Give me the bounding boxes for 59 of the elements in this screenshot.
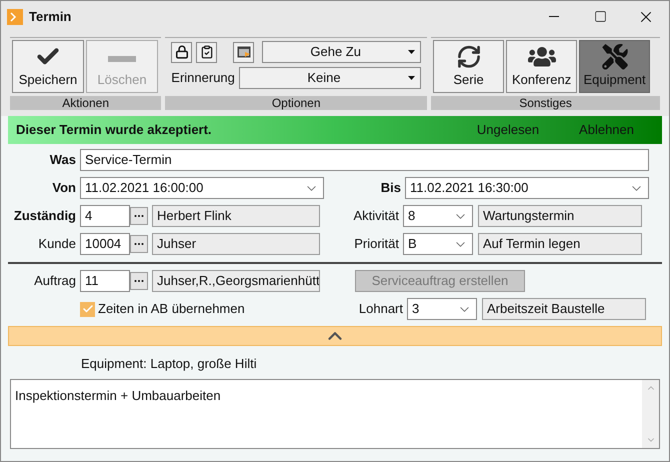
group-label: Aktionen (10, 96, 162, 110)
clipboard-button[interactable] (196, 42, 218, 62)
dropdown-field[interactable]: 8 (403, 205, 473, 227)
minus-icon (108, 56, 136, 62)
field-label: Auftrag (34, 272, 76, 290)
field-label: Priorität (354, 235, 399, 254)
tools-icon (600, 44, 630, 70)
window-icon (236, 46, 251, 58)
maximize-icon (594, 10, 606, 23)
readonly-field: Herbert Flink (152, 205, 320, 227)
dropdown-field[interactable]: 11.02.2021 16:30:00 (405, 177, 649, 199)
checkbox[interactable] (80, 302, 95, 316)
code-field[interactable]: 10004 (80, 233, 130, 255)
dropdown-field[interactable]: B (403, 233, 473, 255)
field-label: Aktivität (353, 207, 399, 226)
banner-link[interactable]: Ablehnen (579, 120, 634, 140)
caret-icon (408, 76, 416, 80)
toolbar-button[interactable]: Equipment (579, 40, 650, 93)
code-field[interactable]: 4 (80, 205, 130, 227)
readonly-field: Auf Termin legen (478, 233, 642, 255)
readonly-field: Wartungstermin (478, 205, 642, 227)
field-label: Kunde (38, 235, 76, 254)
people-icon (528, 44, 556, 70)
app-logo-icon (7, 8, 23, 24)
readonly-field: Arbeitszeit Baustelle (482, 298, 646, 320)
clipboard-check-icon (200, 45, 214, 59)
toolbar-button[interactable]: Serie (433, 40, 504, 93)
dropdown-field[interactable]: 11.02.2021 16:00:00 (80, 177, 324, 199)
save-button[interactable]: Speichern (12, 40, 84, 93)
field-label: Was (50, 151, 76, 170)
goto-dropdown[interactable]: Gehe Zu (262, 41, 422, 63)
notes-field[interactable]: Inspektionstermin + Umbauarbeiten (10, 379, 660, 449)
lock-button[interactable] (171, 42, 192, 62)
field-label: Bis (380, 179, 401, 198)
browse-button[interactable] (130, 207, 148, 225)
reminder-label: Erinnerung (171, 69, 235, 88)
field-label: Zuständig (14, 207, 76, 226)
group-label: Optionen (165, 96, 428, 110)
toolbar-button[interactable]: Konferenz (506, 40, 578, 93)
window-title: Termin (29, 8, 72, 26)
browse-button[interactable] (130, 272, 148, 290)
checkbox-label: Zeiten in AB übernehmen (98, 300, 246, 318)
browse-button[interactable] (130, 235, 148, 253)
scrollbar[interactable] (642, 380, 659, 448)
code-field[interactable]: 11 (80, 270, 130, 292)
field-label: Lohnart (358, 300, 403, 318)
banner-link[interactable]: Ungelesen (476, 120, 540, 140)
window-button[interactable] (233, 42, 254, 62)
caret-icon (408, 50, 416, 54)
minimize-icon (549, 16, 559, 17)
dropdown-field[interactable]: 3 (407, 298, 477, 320)
lock-icon (174, 45, 189, 59)
field-label: Von (52, 179, 76, 198)
equipment-note: Equipment: Laptop, große Hilti (81, 356, 257, 371)
banner-message: Dieser Termin wurde akzeptiert. (16, 121, 212, 140)
reminder-dropdown[interactable]: Keine (238, 67, 422, 89)
text-field[interactable]: Service-Termin (80, 149, 649, 171)
readonly-field: Juhser (152, 233, 320, 255)
group-label: Sonstiges (431, 96, 660, 110)
